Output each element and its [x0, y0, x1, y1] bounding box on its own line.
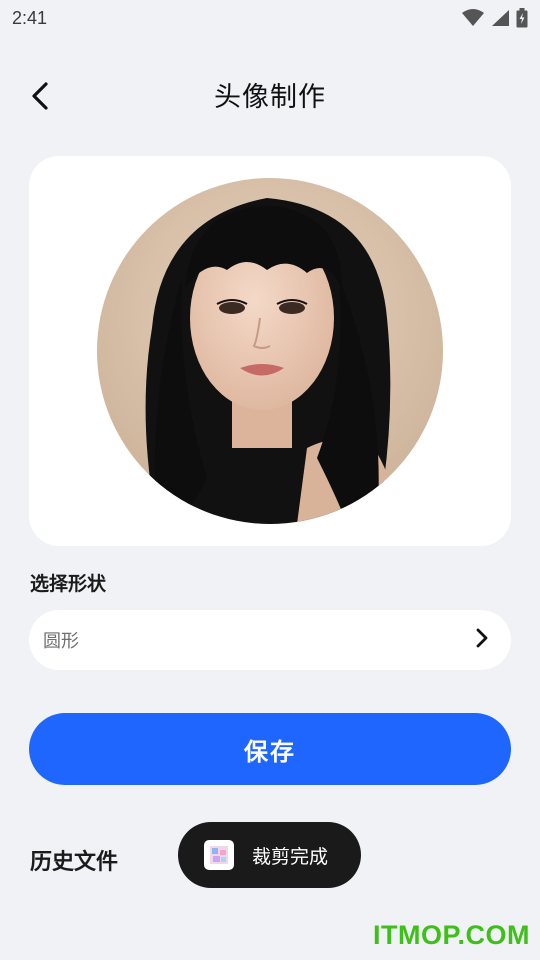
status-time: 2:41	[12, 7, 48, 28]
image-thumbnail-icon	[204, 840, 234, 870]
shape-section-label: 选择形状	[30, 573, 107, 595]
status-icons	[462, 8, 528, 28]
status-bar: 2:41	[0, 0, 540, 36]
avatar-preview-image	[97, 178, 443, 524]
battery-charging-icon	[516, 8, 528, 28]
chevron-right-icon	[475, 627, 489, 653]
shape-selector[interactable]: 圆形	[29, 610, 511, 670]
avatar-preview-card	[29, 156, 511, 546]
page-title: 头像制作	[214, 81, 326, 113]
chevron-left-icon	[31, 81, 49, 115]
history-section-title: 历史文件	[30, 850, 119, 875]
toast-notification: 裁剪完成	[178, 822, 361, 888]
wifi-icon	[462, 9, 484, 27]
save-button[interactable]: 保存	[29, 713, 511, 785]
header: 头像制作	[0, 62, 540, 126]
shape-selected-value: 圆形	[43, 631, 79, 652]
watermark-logo: ITMOP.COM	[372, 920, 530, 950]
signal-icon	[490, 9, 510, 27]
back-button[interactable]	[26, 80, 54, 116]
toast-text: 裁剪完成	[252, 845, 329, 868]
